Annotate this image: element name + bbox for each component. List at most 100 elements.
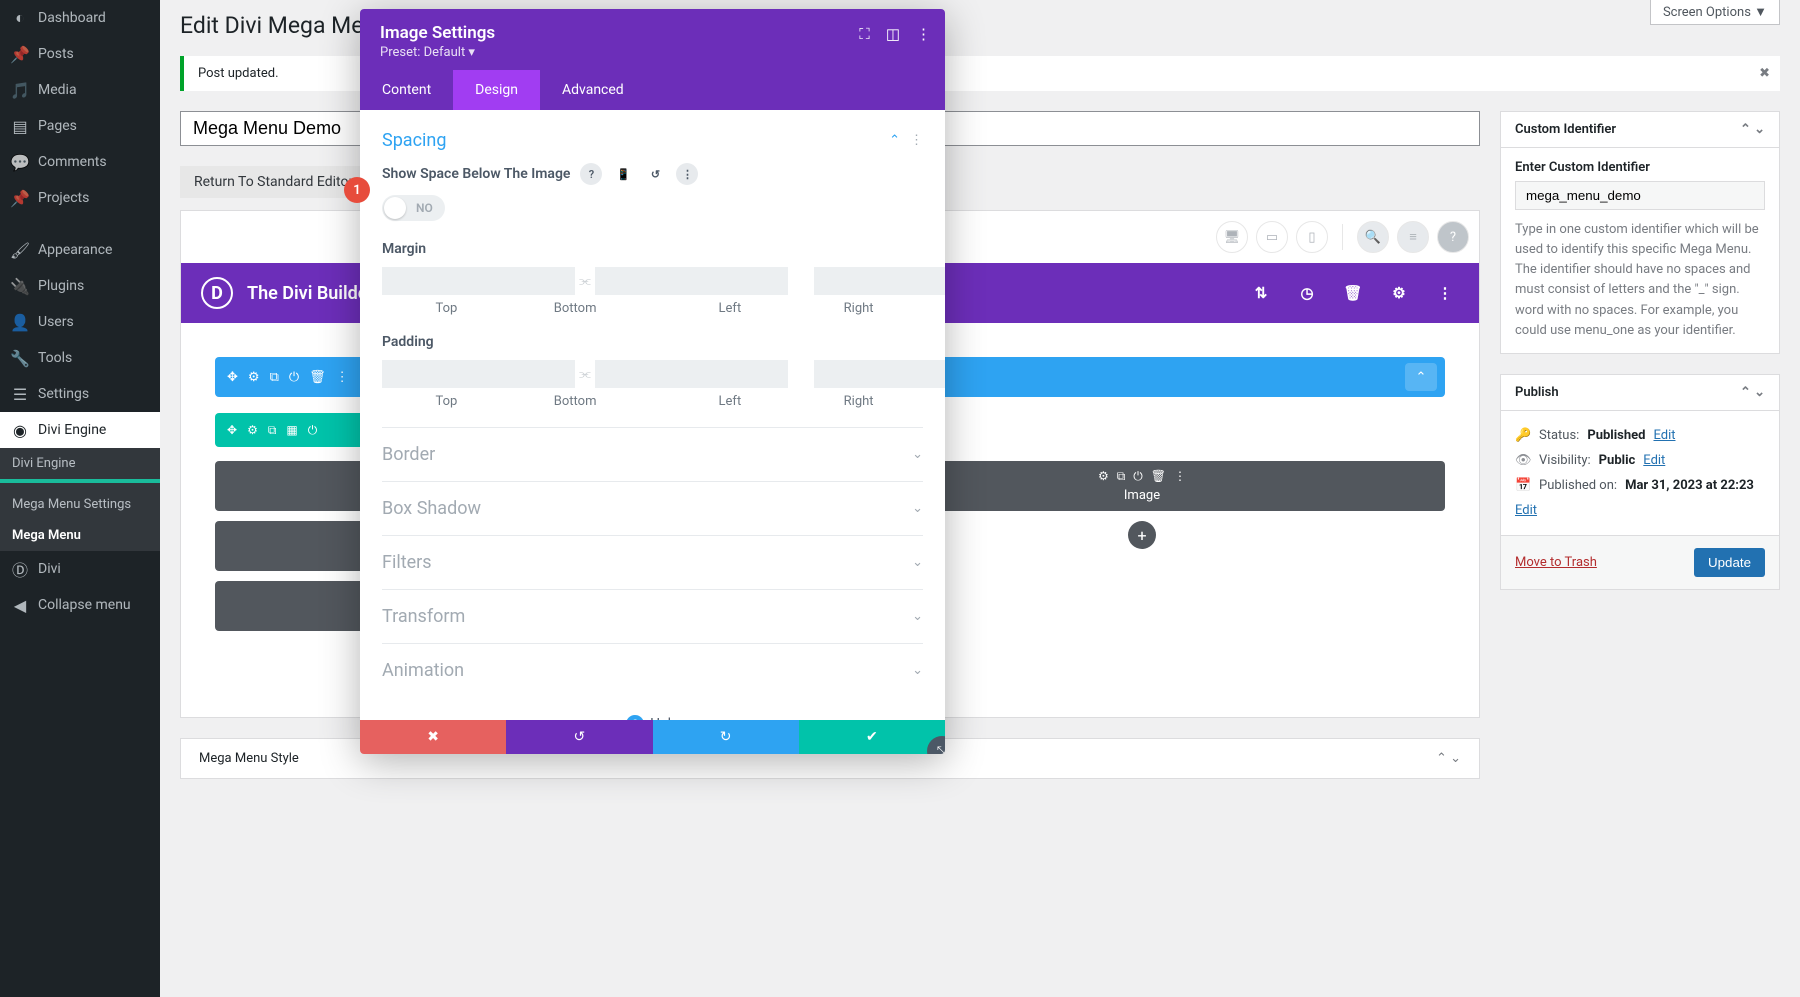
search-toolbar-icon[interactable]: ≡ bbox=[1397, 221, 1429, 253]
header-settings-icon[interactable]: ⚙ bbox=[1385, 279, 1413, 307]
nav-tools[interactable]: 🔧Tools bbox=[0, 340, 160, 376]
mod-duplicate-icon[interactable]: ⧉ bbox=[1117, 469, 1126, 484]
padding-left-input[interactable] bbox=[814, 360, 945, 388]
show-space-label: Show Space Below The Image bbox=[382, 166, 570, 182]
nav-users[interactable]: 👤Users bbox=[0, 304, 160, 340]
padding-top-input[interactable] bbox=[382, 360, 575, 388]
edit-status-link[interactable]: Edit bbox=[1653, 428, 1675, 443]
section-power-icon[interactable]: ⏻ bbox=[289, 370, 299, 385]
nav-dashboard[interactable]: ◐Dashboard bbox=[0, 0, 160, 36]
help-hint-icon[interactable]: ? bbox=[580, 163, 602, 185]
page-icon: ▤ bbox=[10, 116, 30, 136]
help-link[interactable]: ?Help bbox=[382, 697, 923, 720]
tab-content[interactable]: Content bbox=[360, 70, 453, 110]
identifier-input[interactable] bbox=[1515, 181, 1765, 210]
sub-mega-settings[interactable]: Mega Menu Settings bbox=[0, 489, 160, 520]
nav-collapse[interactable]: ◀Collapse menu bbox=[0, 587, 160, 623]
row-columns-icon[interactable]: ▦ bbox=[286, 423, 297, 437]
edit-date-link[interactable]: Edit bbox=[1515, 503, 1537, 518]
mobile-view-icon[interactable]: ▯ bbox=[1296, 221, 1328, 253]
section-border[interactable]: Border⌄ bbox=[382, 427, 923, 481]
section-transform[interactable]: Transform⌄ bbox=[382, 589, 923, 643]
nav-plugins[interactable]: 🔌Plugins bbox=[0, 268, 160, 304]
nav-pages[interactable]: ▤Pages bbox=[0, 108, 160, 144]
mod-settings-icon[interactable]: ⚙ bbox=[1098, 469, 1109, 484]
row-move-icon[interactable]: ✥ bbox=[227, 423, 237, 437]
nav-comments[interactable]: 💬Comments bbox=[0, 144, 160, 180]
show-space-toggle[interactable]: NO bbox=[382, 195, 445, 221]
modal-expand-icon[interactable]: ⛶ bbox=[859, 25, 870, 43]
section-more-icon[interactable]: ⋮ bbox=[910, 133, 923, 148]
tab-advanced[interactable]: Advanced bbox=[540, 70, 646, 110]
section-collapse-icon[interactable]: ⌃ bbox=[889, 133, 900, 148]
modal-redo-button[interactable]: ↻ bbox=[653, 720, 799, 754]
move-to-trash-link[interactable]: Move to Trash bbox=[1515, 555, 1597, 570]
section-animation[interactable]: Animation⌄ bbox=[382, 643, 923, 697]
header-delete-icon[interactable]: 🗑 bbox=[1339, 279, 1367, 307]
margin-bottom-input[interactable] bbox=[595, 267, 788, 295]
section-settings-icon[interactable]: ⚙ bbox=[248, 370, 260, 385]
reset-icon[interactable]: ↺ bbox=[644, 163, 666, 185]
modal-more-icon[interactable]: ⋮ bbox=[916, 25, 931, 43]
margin-left-input[interactable] bbox=[814, 267, 945, 295]
user-icon: 👤 bbox=[10, 312, 30, 332]
nav-media[interactable]: 🎵Media bbox=[0, 72, 160, 108]
panel-toggle-icon[interactable]: ⌃ ⌄ bbox=[1740, 122, 1765, 137]
section-collapse-icon[interactable]: ⌃ bbox=[1405, 363, 1437, 391]
modal-undo-button[interactable]: ↺ bbox=[506, 720, 652, 754]
nav-settings[interactable]: ☰Settings bbox=[0, 376, 160, 412]
modal-preset[interactable]: Preset: Default ▾ bbox=[380, 45, 925, 60]
row-power-icon[interactable]: ⏻ bbox=[308, 423, 318, 438]
help-toolbar-icon[interactable]: ? bbox=[1437, 221, 1469, 253]
desktop-view-icon[interactable]: 🖥 bbox=[1216, 221, 1248, 253]
panel-toggle-icon[interactable]: ⌃ ⌄ bbox=[1740, 385, 1765, 400]
zoom-icon[interactable]: 🔍 bbox=[1357, 221, 1389, 253]
header-more-icon[interactable]: ⋮ bbox=[1431, 279, 1459, 307]
screen-options-button[interactable]: Screen Options ▼ bbox=[1650, 0, 1780, 25]
return-standard-editor-button[interactable]: Return To Standard Editor bbox=[180, 166, 367, 198]
add-module-button-right[interactable]: + bbox=[1128, 521, 1156, 549]
section-spacing-title[interactable]: Spacing bbox=[382, 130, 889, 151]
nav-posts[interactable]: 📌Posts bbox=[0, 36, 160, 72]
section-move-icon[interactable]: ✥ bbox=[227, 370, 238, 385]
step-badge: 1 bbox=[344, 177, 370, 203]
submenu: Divi Engine Mega Menu Settings Mega Menu bbox=[0, 448, 160, 551]
option-more-icon[interactable]: ⋮ bbox=[676, 163, 698, 185]
device-icon[interactable]: 📱 bbox=[612, 163, 634, 185]
sub-mega[interactable]: Mega Menu bbox=[0, 520, 160, 551]
mod-more-icon[interactable]: ⋮ bbox=[1174, 469, 1186, 484]
padding-bottom-input[interactable] bbox=[595, 360, 788, 388]
divi-icon: Ⓓ bbox=[10, 559, 30, 579]
section-more-icon[interactable]: ⋮ bbox=[336, 370, 349, 385]
header-history-icon[interactable]: ◷ bbox=[1293, 279, 1321, 307]
nav-projects[interactable]: 📌Projects bbox=[0, 180, 160, 216]
section-box-shadow[interactable]: Box Shadow⌄ bbox=[382, 481, 923, 535]
section-delete-icon[interactable]: 🗑 bbox=[309, 370, 326, 385]
publish-panel: Publish⌃ ⌄ 🔑Status: Published Edit 👁Visi… bbox=[1500, 374, 1780, 590]
row-settings-icon[interactable]: ⚙ bbox=[247, 423, 258, 437]
header-sort-icon[interactable]: ⇅ bbox=[1247, 279, 1275, 307]
nav-divi[interactable]: ⒹDivi bbox=[0, 551, 160, 587]
row-duplicate-icon[interactable]: ⧉ bbox=[268, 423, 277, 438]
modal-snap-icon[interactable]: ◫ bbox=[886, 25, 900, 43]
margin-top-input[interactable] bbox=[382, 267, 575, 295]
edit-visibility-link[interactable]: Edit bbox=[1643, 453, 1665, 468]
projects-icon: 📌 bbox=[10, 188, 30, 208]
dismiss-notice-icon[interactable]: ✖ bbox=[1759, 66, 1770, 81]
tab-design[interactable]: Design bbox=[453, 70, 540, 110]
nav-appearance[interactable]: 🖌Appearance bbox=[0, 232, 160, 268]
section-filters[interactable]: Filters⌄ bbox=[382, 535, 923, 589]
nav-divi-engine[interactable]: ◉Divi Engine bbox=[0, 412, 160, 448]
link-icon[interactable]: ⫘ bbox=[575, 360, 595, 388]
modal-cancel-button[interactable]: ✖ bbox=[360, 720, 506, 754]
section-duplicate-icon[interactable]: ⧉ bbox=[270, 370, 279, 385]
update-button[interactable]: Update bbox=[1694, 548, 1765, 577]
mod-power-icon[interactable]: ⏻ bbox=[1133, 469, 1143, 484]
link-icon[interactable]: ⫘ bbox=[575, 267, 595, 295]
meta-chevrons[interactable]: ⌃ ⌄ bbox=[1436, 751, 1461, 766]
mod-delete-icon[interactable]: 🗑 bbox=[1151, 469, 1166, 484]
sub-divi-engine[interactable]: Divi Engine bbox=[0, 448, 160, 483]
pin-icon: 📌 bbox=[10, 44, 30, 64]
modal-save-button[interactable]: ✔ bbox=[799, 720, 945, 754]
tablet-view-icon[interactable]: ▭ bbox=[1256, 221, 1288, 253]
